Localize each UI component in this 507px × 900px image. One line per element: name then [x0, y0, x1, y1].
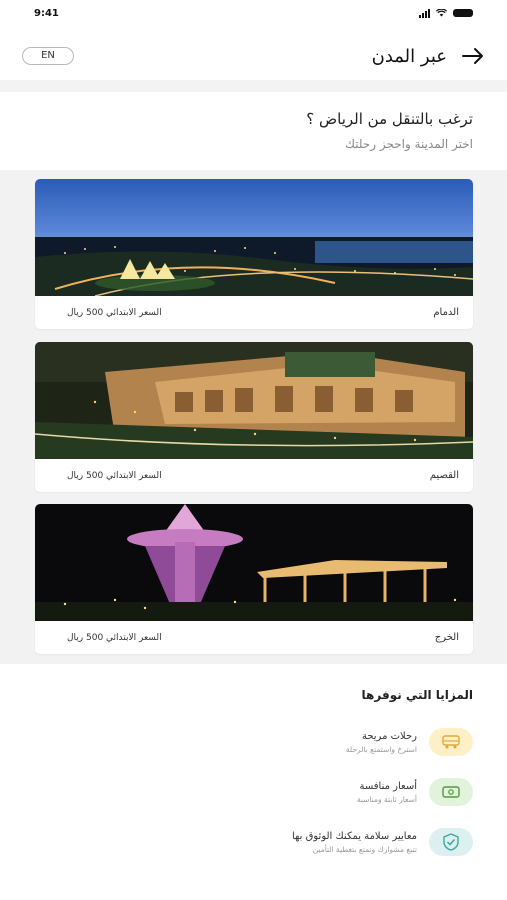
- feature-description: تتبع مشوارك وتمتع بتغطية التأمين: [312, 844, 417, 854]
- city-name: الدمام: [433, 307, 459, 318]
- city-image-kharj: [35, 504, 473, 621]
- header-title-group: عبر المدن: [372, 46, 485, 67]
- shield-check-icon: [429, 828, 473, 856]
- city-price: السعر الابتدائي 500 ريال: [67, 470, 162, 481]
- feature-description: استرخ واستمتع بالرحلة: [345, 744, 417, 754]
- feature-text: رحلات مريحة استرخ واستمتع بالرحلة: [346, 731, 417, 754]
- city-price: السعر الابتدائي 500 ريال: [67, 632, 162, 643]
- city-image-qassim: [35, 342, 473, 459]
- intro-subtitle: اختر المدينة واحجز رحلتك: [345, 137, 473, 151]
- status-icons: [419, 8, 473, 18]
- money-icon: [429, 778, 473, 806]
- feature-text: معايير سلامة يمكنك الوثوق بها تتبع مشوار…: [292, 831, 417, 854]
- battery-icon: [453, 9, 473, 17]
- status-bar: 9:41: [0, 0, 507, 26]
- city-price: السعر الابتدائي 500 ريال: [67, 307, 162, 318]
- feature-title: أسعار منافسة: [359, 780, 417, 792]
- city-name: الخرج: [434, 632, 459, 643]
- wifi-icon: [436, 9, 447, 17]
- signal-icon: [419, 8, 430, 18]
- back-arrow-icon[interactable]: [461, 46, 485, 66]
- page-title: عبر المدن: [371, 45, 447, 67]
- city-card-footer: السعر الابتدائي 500 ريال الخرج: [35, 621, 473, 654]
- header-divider: [0, 80, 507, 92]
- feature-title: رحلات مريحة: [361, 730, 417, 742]
- language-toggle-button[interactable]: EN: [22, 47, 74, 65]
- city-image-dammam: [35, 179, 473, 296]
- city-card-dammam[interactable]: السعر الابتدائي 500 ريال الدمام: [35, 179, 473, 329]
- feature-title: معايير سلامة يمكنك الوثوق بها: [292, 830, 417, 842]
- feature-description: أسعار ثابتة ومناسبة: [356, 794, 417, 804]
- intro-question: ترغب بالتنقل من الرياض ؟: [306, 110, 473, 128]
- city-name: القصيم: [429, 470, 459, 481]
- feature-safety-standards: معايير سلامة يمكنك الوثوق بها تتبع مشوار…: [33, 822, 473, 862]
- status-time: 9:41: [34, 7, 59, 19]
- city-card-qassim[interactable]: السعر الابتدائي 500 ريال القصيم: [35, 342, 473, 492]
- city-card-kharj[interactable]: السعر الابتدائي 500 ريال الخرج: [35, 504, 473, 654]
- city-card-footer: السعر الابتدائي 500 ريال الدمام: [35, 296, 473, 329]
- city-card-footer: السعر الابتدائي 500 ريال القصيم: [35, 459, 473, 492]
- bus-icon: [429, 728, 473, 756]
- feature-comfortable-trips: رحلات مريحة استرخ واستمتع بالرحلة: [33, 722, 473, 762]
- app-header: EN عبر المدن: [0, 32, 507, 80]
- feature-competitive-prices: أسعار منافسة أسعار ثابتة ومناسبة: [33, 772, 473, 812]
- feature-text: أسعار منافسة أسعار ثابتة ومناسبة: [357, 781, 417, 804]
- features-title: المزايا التي نوفرها: [361, 688, 473, 702]
